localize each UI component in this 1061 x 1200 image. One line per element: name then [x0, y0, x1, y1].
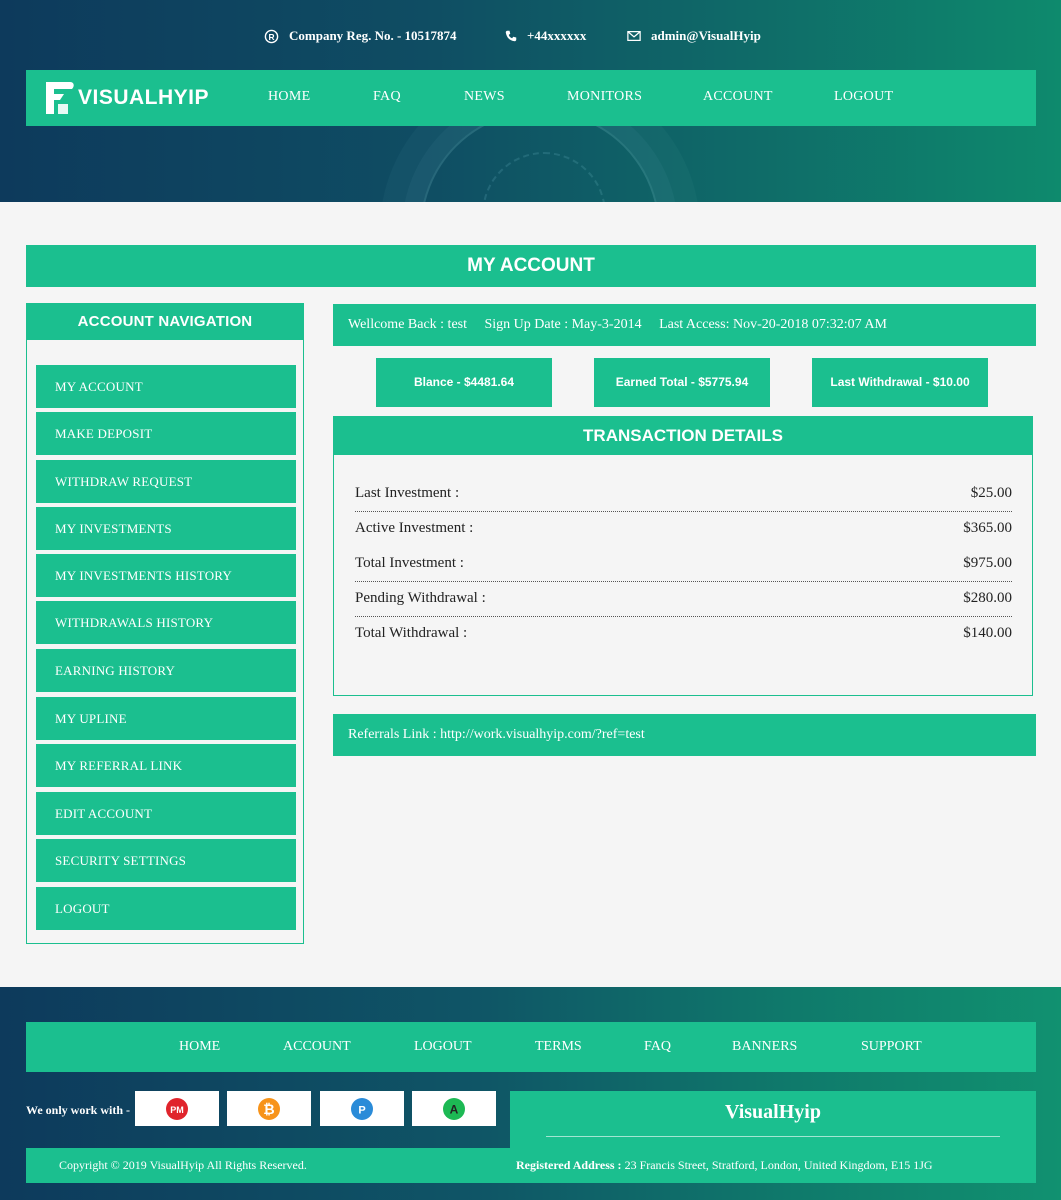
logo-icon	[46, 82, 74, 114]
nav-home[interactable]: HOME	[268, 89, 310, 105]
tx-value: $280.00	[963, 590, 1012, 606]
earned-total-stat: Earned Total - $5775.94	[594, 358, 770, 407]
transaction-details-title: TRANSACTION DETAILS	[334, 417, 1032, 455]
main-navbar: VISUALHYIP HOME FAQ NEWS MONITORS ACCOUN…	[26, 70, 1036, 126]
sidebar-item-investments-history[interactable]: MY INVESTMENTS HISTORY	[36, 554, 296, 597]
tx-row-last-investment: Last Investment : $25.00	[355, 477, 1012, 512]
tx-label: Last Investment :	[355, 485, 460, 501]
footer-nav-terms[interactable]: TERMS	[535, 1039, 582, 1055]
payeer-box: P	[320, 1091, 404, 1126]
nav-news[interactable]: NEWS	[464, 89, 505, 105]
payeer-icon: P	[351, 1097, 373, 1120]
email-text: admin@VisualHyip	[651, 28, 761, 43]
sidebar-item-referral-link[interactable]: MY REFERRAL LINK	[36, 744, 296, 787]
account-sidebar: ACCOUNT NAVIGATION MY ACCOUNT MAKE DEPOS…	[26, 303, 304, 944]
nav-monitors[interactable]: MONITORS	[567, 89, 642, 105]
last-access: Last Access: Nov-20-2018 07:32:07 AM	[659, 317, 887, 332]
sidebar-title: ACCOUNT NAVIGATION	[27, 304, 303, 340]
footer-nav-support[interactable]: SUPPORT	[861, 1039, 922, 1055]
work-with-label: We only work with -	[26, 1103, 131, 1117]
tx-value: $975.00	[963, 555, 1012, 571]
payeer-text: P	[358, 1104, 365, 1116]
footer-brand-name: VisualHyip	[725, 1101, 821, 1123]
tx-label: Total Withdrawal :	[355, 625, 468, 641]
footer-nav-banners[interactable]: BANNERS	[732, 1039, 797, 1055]
company-reg: R Company Reg. No. - 10517874	[264, 28, 457, 44]
nav-faq[interactable]: FAQ	[373, 89, 401, 105]
footer-nav-account[interactable]: ACCOUNT	[283, 1039, 351, 1055]
sidebar-item-my-account[interactable]: MY ACCOUNT	[36, 365, 296, 408]
tx-value: $25.00	[970, 485, 1012, 501]
copyright-text: Copyright © 2019 VisualHyip All Rights R…	[59, 1158, 307, 1172]
sidebar-item-withdraw-request[interactable]: WITHDRAW REQUEST	[36, 460, 296, 503]
sidebar-item-logout[interactable]: LOGOUT	[36, 887, 296, 930]
referral-link-bar: Referrals Link : http://work.visualhyip.…	[333, 714, 1036, 756]
sidebar-item-make-deposit[interactable]: MAKE DEPOSIT	[36, 412, 296, 455]
perfect-money-text: PM	[170, 1105, 184, 1115]
tx-label: Total Investment :	[355, 555, 464, 571]
logo[interactable]: VISUALHYIP	[42, 77, 209, 119]
phone-icon	[505, 30, 517, 42]
advcash-box: A	[412, 1091, 496, 1126]
balance-stat: Blance - $4481.64	[376, 358, 552, 407]
welcome-bar: Wellcome Back : test Sign Up Date : May-…	[333, 304, 1036, 346]
bitcoin-text: ₿	[263, 1102, 274, 1118]
nav-account[interactable]: ACCOUNT	[703, 89, 773, 105]
sidebar-item-my-investments[interactable]: MY INVESTMENTS	[36, 507, 296, 550]
header-hero: R Company Reg. No. - 10517874 +44xxxxxx …	[0, 0, 1061, 202]
email[interactable]: admin@VisualHyip	[627, 28, 761, 44]
nav-logout[interactable]: LOGOUT	[834, 89, 893, 105]
tx-row-active-investment: Active Investment : $365.00	[355, 512, 1012, 547]
tx-value: $365.00	[963, 520, 1012, 536]
tx-label: Active Investment :	[355, 520, 474, 536]
footer-brand-box: VisualHyip	[510, 1091, 1036, 1148]
phone[interactable]: +44xxxxxx	[505, 28, 586, 44]
address-label: Registered Address :	[516, 1158, 622, 1172]
bitcoin-icon: ₿	[258, 1097, 280, 1120]
svg-text:R: R	[268, 31, 274, 41]
copyright-bar: Copyright © 2019 VisualHyip All Rights R…	[26, 1148, 1036, 1183]
registered-icon: R	[264, 29, 279, 43]
page-title: MY ACCOUNT	[26, 245, 1036, 287]
sidebar-item-my-upline[interactable]: MY UPLINE	[36, 697, 296, 740]
footer-nav-logout[interactable]: LOGOUT	[414, 1039, 472, 1055]
registered-address: Registered Address : 23 Francis Street, …	[516, 1148, 933, 1183]
sidebar-item-security-settings[interactable]: SECURITY SETTINGS	[36, 839, 296, 882]
address-text: 23 Francis Street, Stratford, London, Un…	[624, 1158, 933, 1172]
perfect-money-box: PM	[135, 1091, 219, 1126]
signup-date: Sign Up Date : May-3-2014	[484, 317, 642, 332]
advcash-text: A	[450, 1102, 459, 1116]
tx-row-total-withdrawal: Total Withdrawal : $140.00	[355, 617, 1012, 652]
company-reg-text: Company Reg. No. - 10517874	[289, 28, 457, 43]
phone-text: +44xxxxxx	[527, 28, 587, 43]
footer-nav-faq[interactable]: FAQ	[644, 1039, 671, 1055]
bitcoin-box: ₿	[227, 1091, 311, 1126]
envelope-icon	[627, 31, 641, 41]
sidebar-item-edit-account[interactable]: EDIT ACCOUNT	[36, 792, 296, 835]
tx-row-pending-withdrawal: Pending Withdrawal : $280.00	[355, 582, 1012, 617]
top-info-bar: R Company Reg. No. - 10517874 +44xxxxxx …	[0, 26, 1061, 48]
logo-text: VISUALHYIP	[78, 86, 210, 109]
sidebar-item-earning-history[interactable]: EARNING HISTORY	[36, 649, 296, 692]
footer-brand-divider	[546, 1136, 1000, 1137]
footer: HOME ACCOUNT LOGOUT TERMS FAQ BANNERS SU…	[0, 987, 1061, 1200]
footer-nav: HOME ACCOUNT LOGOUT TERMS FAQ BANNERS SU…	[26, 1022, 1036, 1072]
welcome-user: Wellcome Back : test	[348, 317, 467, 332]
advcash-icon: A	[443, 1097, 465, 1120]
tx-row-total-investment: Total Investment : $975.00	[355, 547, 1012, 582]
footer-nav-home[interactable]: HOME	[179, 1039, 220, 1055]
tx-value: $140.00	[963, 625, 1012, 641]
referral-link[interactable]: Referrals Link : http://work.visualhyip.…	[348, 727, 645, 742]
transaction-details-panel: TRANSACTION DETAILS Last Investment : $2…	[333, 416, 1033, 696]
last-withdrawal-stat: Last Withdrawal - $10.00	[812, 358, 988, 407]
sidebar-item-withdrawals-history[interactable]: WITHDRAWALS HISTORY	[36, 601, 296, 644]
perfect-money-icon: PM	[166, 1097, 188, 1120]
tx-label: Pending Withdrawal :	[355, 590, 486, 606]
